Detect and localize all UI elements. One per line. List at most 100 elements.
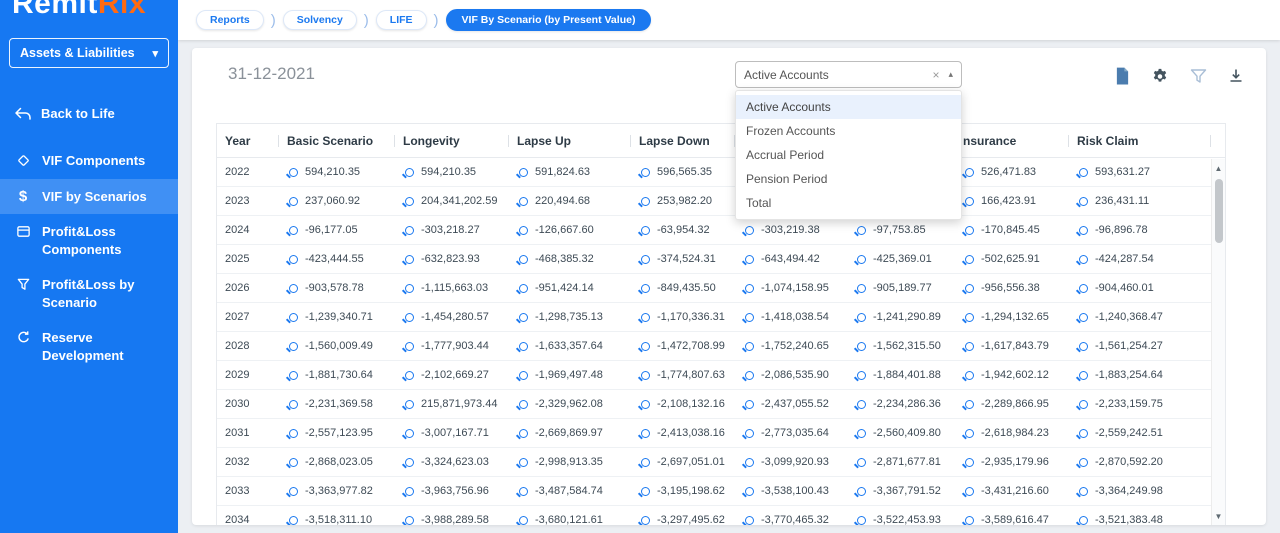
value-cell[interactable]: -1,170,336.31 [631, 311, 735, 323]
value-cell[interactable]: -2,773,035.64 [735, 427, 847, 439]
value-cell[interactable]: -2,870,592.20 [1069, 456, 1211, 468]
value-cell[interactable]: -2,560,409.80 [847, 427, 955, 439]
value-cell[interactable]: -3,538,100.43 [735, 485, 847, 497]
value-cell[interactable]: -3,099,920.93 [735, 456, 847, 468]
value-cell[interactable]: -3,963,756.96 [395, 485, 509, 497]
value-cell[interactable]: -3,487,584.74 [509, 485, 631, 497]
value-cell[interactable]: 594,210.35 [279, 166, 395, 178]
value-cell[interactable]: -904,460.01 [1069, 282, 1211, 294]
value-cell[interactable]: -2,935,179.96 [955, 456, 1069, 468]
value-cell[interactable]: -1,454,280.57 [395, 311, 509, 323]
column-header[interactable]: Longevity [395, 124, 509, 157]
value-cell[interactable]: -2,557,123.95 [279, 427, 395, 439]
value-cell[interactable]: -2,086,535.90 [735, 369, 847, 381]
value-cell[interactable]: -951,424.14 [509, 282, 631, 294]
sidebar-item-vif-by-scenarios[interactable]: $ VIF by Scenarios [0, 178, 178, 215]
value-cell[interactable]: -1,472,708.99 [631, 340, 735, 352]
value-cell[interactable]: 253,982.20 [631, 195, 735, 207]
account-option[interactable]: Active Accounts [736, 95, 961, 119]
value-cell[interactable]: -3,680,121.61 [509, 514, 631, 525]
accounts-select[interactable]: Active Accounts × ▴ [735, 61, 962, 88]
sidebar-item-profitloss-by-scenario[interactable]: Profit&Loss by Scenario [0, 267, 178, 320]
value-cell[interactable]: -3,770,465.32 [735, 514, 847, 525]
value-cell[interactable]: -1,774,807.63 [631, 369, 735, 381]
value-cell[interactable]: -3,363,977.82 [279, 485, 395, 497]
value-cell[interactable]: -3,518,311.10 [279, 514, 395, 525]
value-cell[interactable]: -2,413,038.16 [631, 427, 735, 439]
value-cell[interactable]: -3,521,383.48 [1069, 514, 1211, 525]
account-option[interactable]: Pension Period [736, 167, 961, 191]
value-cell[interactable]: -1,074,158.95 [735, 282, 847, 294]
scroll-up-icon[interactable]: ▲ [1212, 161, 1225, 175]
value-cell[interactable]: 220,494.68 [509, 195, 631, 207]
value-cell[interactable]: -2,871,677.81 [847, 456, 955, 468]
sidebar-item-profitloss-components[interactable]: Profit&Loss Components [0, 214, 178, 267]
value-cell[interactable]: 593,631.27 [1069, 166, 1211, 178]
value-cell[interactable]: 596,565.35 [631, 166, 735, 178]
value-cell[interactable]: -2,233,159.75 [1069, 398, 1211, 410]
value-cell[interactable]: -643,494.42 [735, 253, 847, 265]
value-cell[interactable]: 594,210.35 [395, 166, 509, 178]
breadcrumb-item[interactable]: VIF By Scenario (by Present Value) [445, 9, 652, 31]
sidebar-item-reserve-development[interactable]: Reserve Development [0, 320, 178, 373]
value-cell[interactable]: -1,115,663.03 [395, 282, 509, 294]
value-cell[interactable]: -1,752,240.65 [735, 340, 847, 352]
value-cell[interactable]: 526,471.83 [955, 166, 1069, 178]
value-cell[interactable]: 215,871,973.44 [395, 398, 509, 410]
value-cell[interactable]: -1,633,357.64 [509, 340, 631, 352]
value-cell[interactable]: -1,560,009.49 [279, 340, 395, 352]
value-cell[interactable]: -3,367,791.52 [847, 485, 955, 497]
value-cell[interactable]: -1,561,254.27 [1069, 340, 1211, 352]
value-cell[interactable]: -1,883,254.64 [1069, 369, 1211, 381]
module-select[interactable]: Assets & Liabilities ▾ [9, 38, 169, 68]
value-cell[interactable]: -2,669,869.97 [509, 427, 631, 439]
value-cell[interactable]: -1,239,340.71 [279, 311, 395, 323]
value-cell[interactable]: -2,618,984.23 [955, 427, 1069, 439]
vertical-scrollbar[interactable]: ▲ ▼ [1211, 159, 1225, 525]
value-cell[interactable]: -2,559,242.51 [1069, 427, 1211, 439]
column-header[interactable]: Lapse Down [631, 124, 735, 157]
value-cell[interactable]: 204,341,202.59 [395, 195, 509, 207]
column-header[interactable]: nsurance [955, 124, 1069, 157]
value-cell[interactable]: -2,998,913.35 [509, 456, 631, 468]
value-cell[interactable]: -2,329,962.08 [509, 398, 631, 410]
value-cell[interactable]: -2,289,866.95 [955, 398, 1069, 410]
value-cell[interactable]: -468,385.32 [509, 253, 631, 265]
value-cell[interactable]: -3,195,198.62 [631, 485, 735, 497]
value-cell[interactable]: -3,297,495.62 [631, 514, 735, 525]
column-header[interactable]: Risk Claim [1069, 124, 1211, 157]
value-cell[interactable]: -2,102,669.27 [395, 369, 509, 381]
value-cell[interactable]: -1,884,401.88 [847, 369, 955, 381]
value-cell[interactable]: -96,177.05 [279, 224, 395, 236]
value-cell[interactable]: -2,437,055.52 [735, 398, 847, 410]
value-cell[interactable]: -423,444.55 [279, 253, 395, 265]
back-to-life-button[interactable]: Back to Life [0, 98, 178, 129]
caret-up-icon[interactable]: ▴ [948, 69, 953, 80]
filter-button[interactable] [1186, 64, 1210, 88]
account-option[interactable]: Accrual Period [736, 143, 961, 167]
value-cell[interactable]: -1,241,290.89 [847, 311, 955, 323]
value-cell[interactable]: -96,896.78 [1069, 224, 1211, 236]
value-cell[interactable]: -2,234,286.36 [847, 398, 955, 410]
column-header[interactable]: Year [217, 124, 279, 157]
value-cell[interactable]: -1,942,602.12 [955, 369, 1069, 381]
value-cell[interactable]: -3,589,616.47 [955, 514, 1069, 525]
value-cell[interactable]: -374,524.31 [631, 253, 735, 265]
breadcrumb-item[interactable]: Solvency [282, 10, 357, 30]
value-cell[interactable]: -3,324,623.03 [395, 456, 509, 468]
value-cell[interactable]: -3,364,249.98 [1069, 485, 1211, 497]
value-cell[interactable]: -1,418,038.54 [735, 311, 847, 323]
value-cell[interactable]: -97,753.85 [847, 224, 955, 236]
scroll-down-icon[interactable]: ▼ [1212, 509, 1225, 523]
value-cell[interactable]: -1,617,843.79 [955, 340, 1069, 352]
clear-icon[interactable]: × [932, 68, 939, 82]
download-button[interactable] [1224, 64, 1248, 88]
value-cell[interactable]: -303,218.27 [395, 224, 509, 236]
value-cell[interactable]: -170,845.45 [955, 224, 1069, 236]
value-cell[interactable]: 591,824.63 [509, 166, 631, 178]
value-cell[interactable]: 166,423.91 [955, 195, 1069, 207]
value-cell[interactable]: -3,522,453.93 [847, 514, 955, 525]
breadcrumb-item[interactable]: Reports [196, 10, 264, 30]
value-cell[interactable]: -3,431,216.60 [955, 485, 1069, 497]
value-cell[interactable]: -2,231,369.58 [279, 398, 395, 410]
